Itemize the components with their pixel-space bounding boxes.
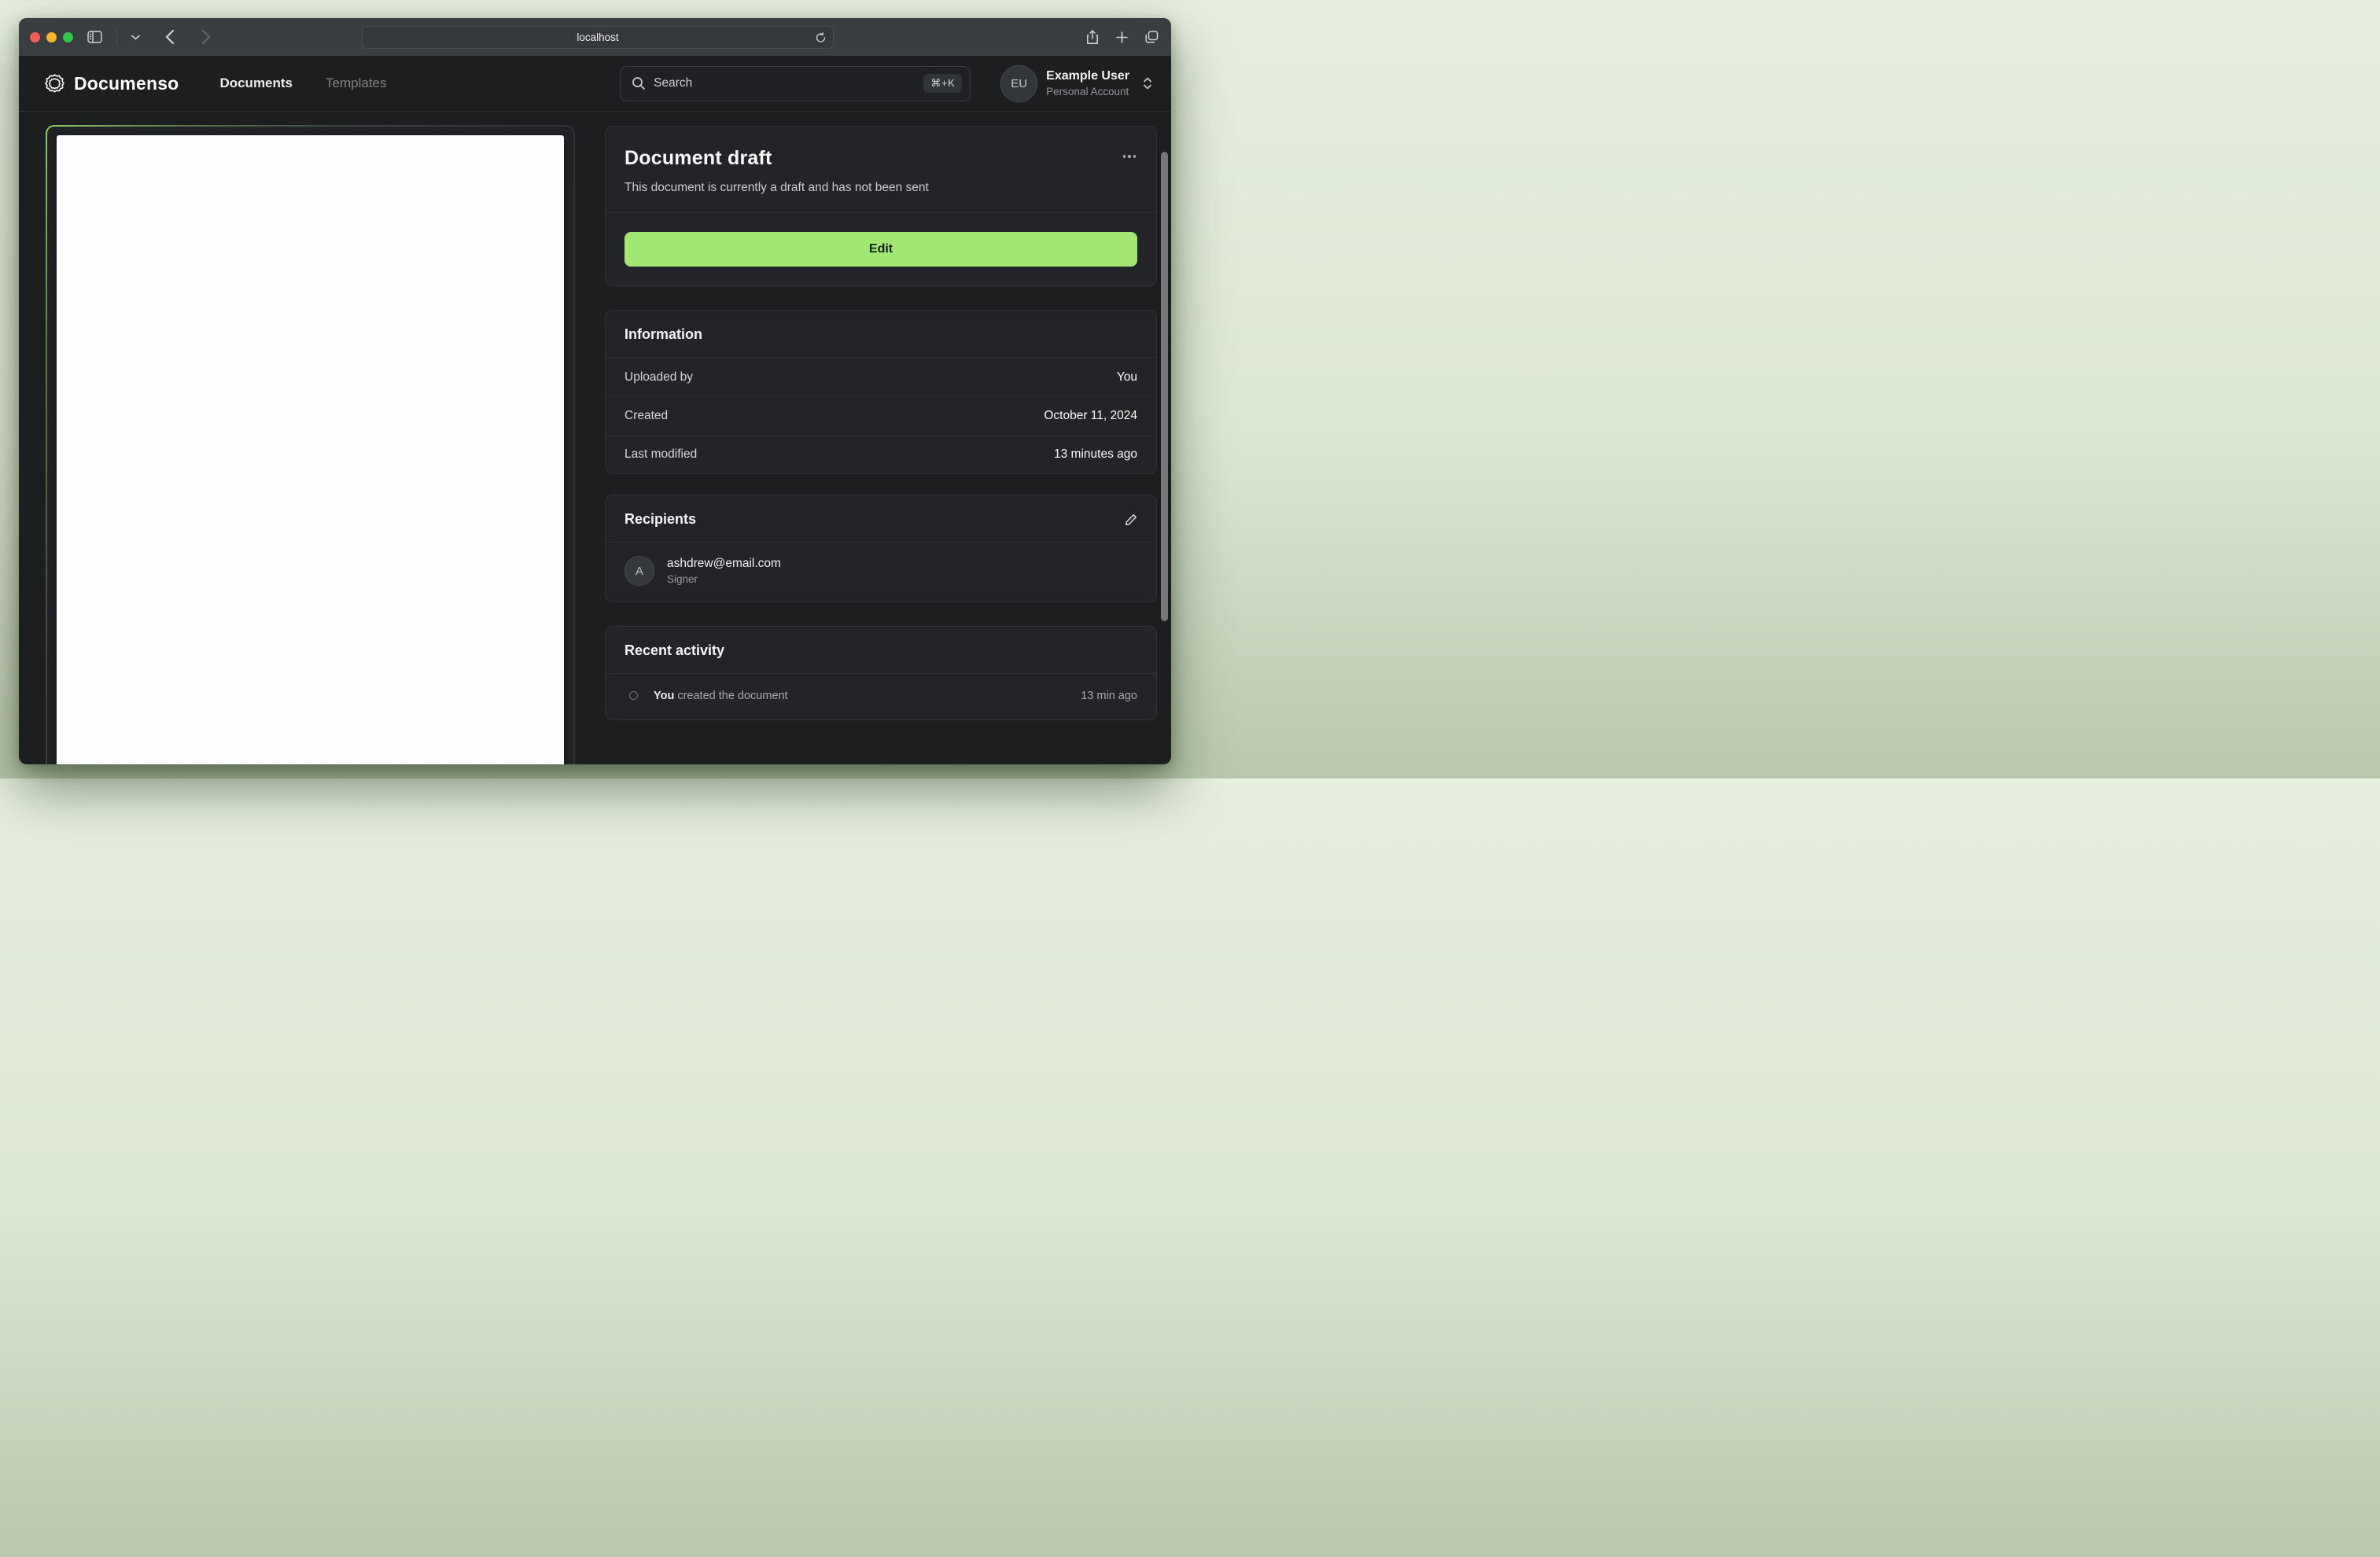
minimize-window-button[interactable]	[46, 31, 57, 42]
information-card-title: Information	[624, 326, 702, 342]
edit-button[interactable]: Edit	[624, 232, 1137, 267]
information-card: Information Uploaded by You Created Octo…	[605, 310, 1157, 474]
zoom-window-button[interactable]	[63, 31, 73, 42]
search-icon	[632, 76, 646, 90]
activity-action: created the document	[677, 689, 788, 702]
info-row-last-modified: Last modified 13 minutes ago	[606, 435, 1156, 473]
main-content: Document draft This document is currentl…	[19, 112, 1171, 764]
nav-documents[interactable]: Documents	[219, 75, 293, 91]
document-status-card: Document draft This document is currentl…	[605, 126, 1157, 286]
documenso-logo-icon	[44, 73, 65, 94]
new-tab-icon[interactable]	[1116, 31, 1128, 43]
forward-button[interactable]	[201, 29, 211, 45]
chevron-up-down-icon	[1143, 76, 1152, 90]
share-icon[interactable]	[1086, 29, 1099, 45]
recipient-avatar: A	[624, 556, 654, 587]
close-window-button[interactable]	[30, 31, 40, 42]
edit-recipients-icon[interactable]	[1125, 513, 1137, 526]
chevron-down-icon[interactable]	[131, 35, 140, 40]
main-nav: Documents Templates	[219, 75, 386, 91]
tab-overview-icon[interactable]	[1145, 31, 1159, 43]
document-preview-frame	[46, 125, 575, 764]
recipient-role: Signer	[667, 572, 698, 585]
search-input[interactable]	[654, 76, 924, 90]
divider	[606, 212, 1156, 213]
search-shortcut-badge: ⌘+K	[923, 74, 963, 93]
address-bar[interactable]: localhost	[362, 26, 834, 49]
document-status-description: This document is currently a draft and h…	[624, 181, 929, 194]
document-preview-inner	[47, 127, 573, 764]
activity-bullet-icon	[629, 691, 638, 701]
toolbar-separator	[116, 28, 117, 46]
scrollbar-thumb[interactable]	[1161, 152, 1168, 621]
nav-templates[interactable]: Templates	[326, 75, 386, 91]
activity-item: You created the document 13 min ago	[606, 674, 1156, 720]
sidebar-toggle-icon[interactable]	[87, 31, 102, 43]
back-button[interactable]	[165, 29, 175, 45]
document-sidebar: Document draft This document is currentl…	[605, 126, 1157, 720]
brand[interactable]: Documenso	[44, 73, 179, 94]
more-options-button[interactable]	[1122, 147, 1138, 166]
brand-name: Documenso	[74, 72, 179, 94]
info-row-created: Created October 11, 2024	[606, 396, 1156, 435]
user-name: Example User	[1046, 68, 1129, 83]
window-controls	[30, 31, 73, 42]
info-row-uploaded-by: Uploaded by You	[624, 370, 1137, 384]
user-account-type: Personal Account	[1046, 85, 1129, 98]
browser-window: localhost Documenso Documents Templates …	[19, 18, 1171, 764]
recipient-email: ashdrew@email.com	[667, 557, 781, 570]
search-bar[interactable]: ⌘+K	[620, 65, 971, 101]
user-avatar: EU	[1000, 64, 1038, 102]
pdf-page[interactable]	[57, 135, 564, 764]
document-status-title: Document draft	[624, 147, 772, 169]
account-menu[interactable]: EU Example User Personal Account	[1000, 64, 1152, 102]
app-header: Documenso Documents Templates ⌘+K EU Exa…	[19, 56, 1171, 112]
reload-icon[interactable]	[816, 31, 826, 43]
recipient-row: A ashdrew@email.com Signer	[606, 543, 1156, 602]
recipients-card: Recipients A ashdrew@email.com Signer	[605, 495, 1157, 602]
activity-timestamp: 13 min ago	[1081, 689, 1137, 702]
activity-actor: You	[654, 689, 675, 702]
recent-activity-card: Recent activity You created the document…	[605, 625, 1157, 720]
browser-titlebar: localhost	[19, 18, 1171, 56]
recipients-card-title: Recipients	[624, 511, 697, 527]
address-bar-url: localhost	[577, 31, 619, 43]
recent-activity-title: Recent activity	[624, 642, 725, 658]
